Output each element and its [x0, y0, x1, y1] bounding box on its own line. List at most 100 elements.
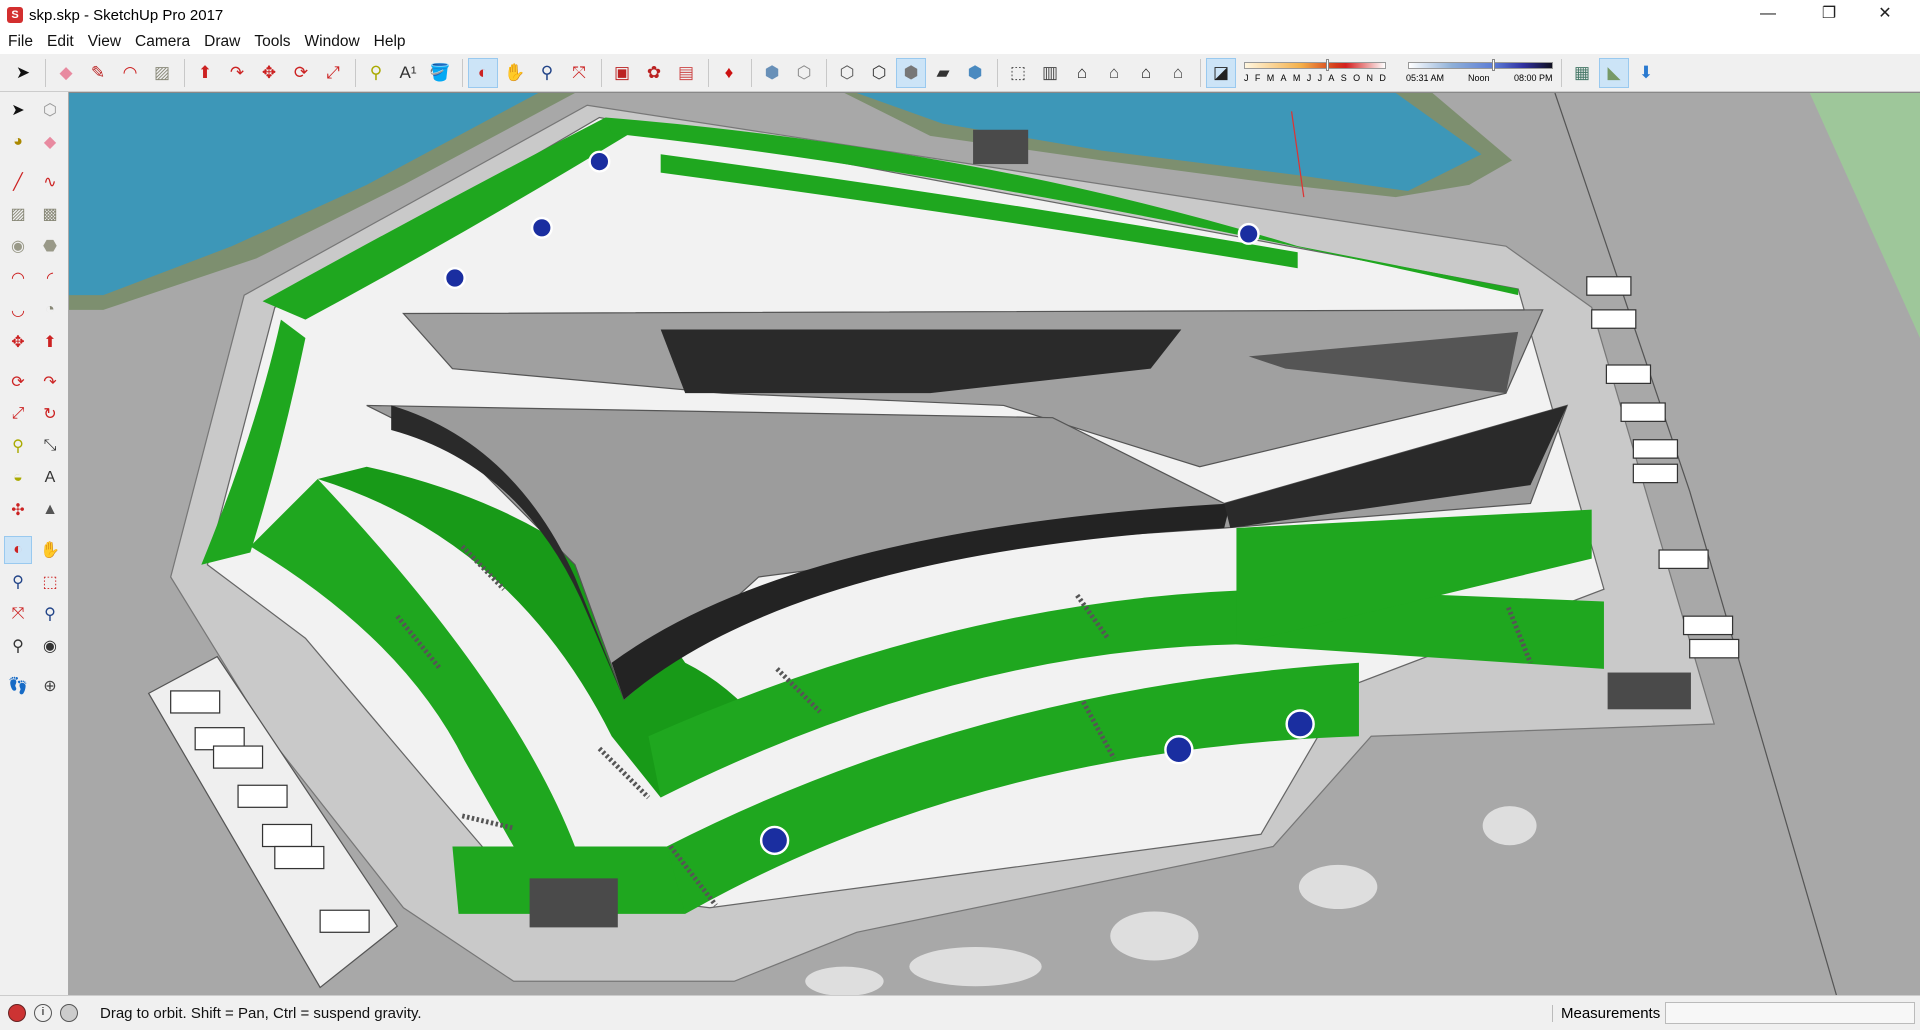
shadows-toggle-button[interactable]: ◪: [1206, 57, 1236, 88]
menu-window[interactable]: Window: [298, 33, 367, 51]
menu-help[interactable]: Help: [367, 33, 413, 51]
back-edges-button[interactable]: ⬢: [960, 58, 990, 88]
credits-icon[interactable]: i: [34, 1004, 52, 1022]
offset-tool-button[interactable]: ↻: [36, 400, 64, 428]
shaded-style-button[interactable]: ⬡: [864, 58, 894, 88]
hidden-line-style-button[interactable]: ⬡: [832, 58, 862, 88]
menu-tools[interactable]: Tools: [247, 33, 297, 51]
3d-warehouse-button[interactable]: ▣: [607, 58, 637, 88]
shadow-date-slider[interactable]: JFMAMJJASOND: [1242, 58, 1392, 88]
3d-model-scene[interactable]: [69, 92, 1920, 997]
rectangle-button[interactable]: ▨: [147, 58, 177, 88]
move-tool-button[interactable]: ✥: [4, 328, 32, 356]
zoom-window-tool-button[interactable]: ⬚: [36, 568, 64, 596]
scale-tool-button[interactable]: ⤢: [4, 400, 32, 428]
shaded-textures-style-button[interactable]: ⬢: [896, 57, 926, 88]
time-slider-thumb[interactable]: [1492, 58, 1496, 71]
axes-tool-button[interactable]: ✣: [4, 496, 32, 524]
arc-tool-button[interactable]: ◠: [4, 264, 32, 292]
line-tool-button[interactable]: ╱: [4, 168, 32, 196]
orbit-icon: ◐: [477, 62, 489, 82]
arc-button[interactable]: ◠: [115, 58, 145, 88]
eraser-tool-button[interactable]: ◆: [36, 128, 64, 156]
push-pull-button[interactable]: ⬆: [190, 58, 220, 88]
section-plane-tool-button[interactable]: ⊕: [36, 672, 64, 700]
zoom-button[interactable]: ⚲: [532, 58, 562, 88]
follow-me-button[interactable]: ↷: [222, 58, 252, 88]
text-button[interactable]: A¹: [393, 58, 423, 88]
rectangle-tool-button[interactable]: ▨: [4, 200, 32, 228]
top-view-button[interactable]: ▥: [1035, 58, 1065, 88]
orbit-tool-button[interactable]: ◐: [4, 536, 32, 564]
select-button[interactable]: ➤: [8, 58, 38, 88]
rotate-icon: ⟳: [11, 374, 25, 391]
push-pull-tool-button[interactable]: ⬆: [36, 328, 64, 356]
minimize-button[interactable]: —: [1745, 0, 1791, 30]
walk-tool-button[interactable]: 👣: [4, 672, 32, 700]
month-slider-thumb[interactable]: [1326, 58, 1330, 71]
zoom-extents-tool-button[interactable]: ⤧: [4, 600, 32, 628]
tape-measure-button[interactable]: ⚲: [361, 58, 391, 88]
eraser-button[interactable]: ◆: [51, 58, 81, 88]
toggle-terrain-button[interactable]: ◣: [1599, 57, 1629, 88]
select-tool-button[interactable]: ➤: [4, 96, 32, 124]
share-model-button[interactable]: ▤: [671, 58, 701, 88]
circle-tool-button[interactable]: ◉: [4, 232, 32, 260]
protractor-tool-button[interactable]: ◒: [4, 464, 32, 492]
menu-edit[interactable]: Edit: [40, 33, 81, 51]
get-photo-texture-button[interactable]: ⬇: [1631, 58, 1661, 88]
add-location-button[interactable]: ▦: [1567, 58, 1597, 88]
make-component-tool-button[interactable]: ⬡: [36, 96, 64, 124]
position-camera-tool-button[interactable]: ⚲: [4, 632, 32, 660]
paint-bucket-button[interactable]: 🪣: [425, 58, 455, 88]
close-button[interactable]: ✕: [1862, 0, 1908, 30]
polygon-tool-button[interactable]: ⬣: [36, 232, 64, 260]
pencil-button[interactable]: ✎: [83, 58, 113, 88]
back-view-button[interactable]: ⌂: [1131, 58, 1161, 88]
freehand-tool-button[interactable]: ∿: [36, 168, 64, 196]
pan-button[interactable]: ✋: [500, 58, 530, 88]
right-view-button[interactable]: ⌂: [1099, 58, 1129, 88]
user-icon[interactable]: [60, 1004, 78, 1022]
geo-location-icon[interactable]: [8, 1004, 26, 1022]
model-viewport[interactable]: [69, 92, 1920, 997]
text-tool-button[interactable]: A: [36, 464, 64, 492]
pie-tool-button[interactable]: ◔: [36, 296, 64, 324]
restore-button[interactable]: ❐: [1806, 0, 1852, 30]
paint-bucket-tool-button[interactable]: ◕: [4, 128, 32, 156]
front-view-button[interactable]: ⌂: [1067, 58, 1097, 88]
month-slider-track[interactable]: [1244, 61, 1386, 69]
zoom-tool-button[interactable]: ⚲: [4, 568, 32, 596]
menu-view[interactable]: View: [81, 33, 128, 51]
measurements-input[interactable]: [1665, 1002, 1915, 1024]
previous-view-tool-button[interactable]: ⚲: [36, 600, 64, 628]
monochrome-style-button[interactable]: ▰: [928, 58, 958, 88]
3d-text-tool-button[interactable]: ▲: [36, 496, 64, 524]
shadow-time-slider[interactable]: 05:31 AM Noon 08:00 PM: [1406, 58, 1556, 88]
rotate-tool-button[interactable]: ⟳: [4, 368, 32, 396]
xray-style-button[interactable]: ⬢: [757, 58, 787, 88]
rotate-button[interactable]: ⟳: [286, 58, 316, 88]
3d-text-icon: ▲: [42, 501, 58, 518]
time-slider-track[interactable]: [1408, 61, 1553, 69]
two-point-arc-tool-button[interactable]: ◜: [36, 264, 64, 292]
iso-view-button[interactable]: ⬚: [1003, 58, 1033, 88]
dimension-tool-button[interactable]: ⤡: [36, 432, 64, 460]
tape-measure-tool-button[interactable]: ⚲: [4, 432, 32, 460]
look-around-tool-button[interactable]: ◉: [36, 632, 64, 660]
scale-button[interactable]: ⤢: [318, 58, 348, 88]
orbit-button[interactable]: ◐: [468, 57, 498, 88]
ruby-console-button[interactable]: ♦: [714, 58, 744, 88]
menu-camera[interactable]: Camera: [128, 33, 197, 51]
zoom-extents-button[interactable]: ⤧: [564, 58, 594, 88]
wireframe-style-button[interactable]: ⬡: [789, 58, 819, 88]
pan-tool-button[interactable]: ✋: [36, 536, 64, 564]
move-button[interactable]: ✥: [254, 58, 284, 88]
three-point-arc-tool-button[interactable]: ◡: [4, 296, 32, 324]
rotated-rectangle-tool-button[interactable]: ▩: [36, 200, 64, 228]
menu-draw[interactable]: Draw: [197, 33, 247, 51]
follow-me-tool-button[interactable]: ↷: [36, 368, 64, 396]
menu-file[interactable]: File: [1, 33, 40, 51]
left-view-button[interactable]: ⌂: [1163, 58, 1193, 88]
extension-warehouse-button[interactable]: ✿: [639, 58, 669, 88]
